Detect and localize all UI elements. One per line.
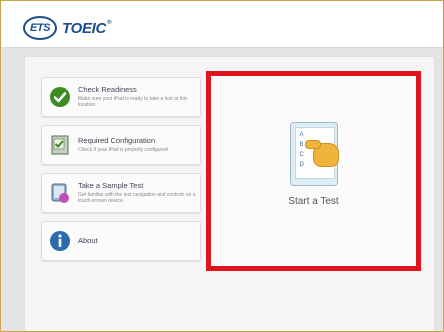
app-header: ETS TOEIC® xyxy=(1,1,443,48)
menu-item-title: Check Readiness xyxy=(78,85,137,95)
menu-item-title: Required Configuration xyxy=(78,136,156,146)
menu-item-title: Take a Sample Test xyxy=(78,181,144,191)
toeic-logo: ETS TOEIC® xyxy=(23,16,112,40)
start-test-label: Start a Test xyxy=(288,196,339,207)
tablet-hand-icon: A B C D xyxy=(289,122,339,186)
app-window: ETS TOEIC® Check Readiness Make sure you… xyxy=(0,0,444,332)
info-icon xyxy=(49,230,71,252)
sample-test-button[interactable]: Take a Sample Test Get familiar with the… xyxy=(41,173,201,213)
main-panel: Check Readiness Make sure your iPad is r… xyxy=(24,56,435,331)
brand-name: TOEIC® xyxy=(62,19,112,37)
required-configuration-button[interactable]: Required Configuration Check if your iPa… xyxy=(41,125,201,165)
ets-logo-mark: ETS xyxy=(23,16,57,40)
checkmark-icon xyxy=(49,86,71,108)
menu-item-desc: Get familiar with the test navigation an… xyxy=(78,191,196,204)
menu-item-desc: Make sure your iPad is ready to take a t… xyxy=(78,95,188,108)
about-button[interactable]: About xyxy=(41,221,201,261)
sample-test-icon xyxy=(49,182,71,204)
configuration-icon xyxy=(49,134,71,156)
menu-item-desc: Check if your iPad is properly configure… xyxy=(78,146,170,153)
start-test-button[interactable]: A B C D Start a Test xyxy=(206,71,421,271)
check-readiness-button[interactable]: Check Readiness Make sure your iPad is r… xyxy=(41,77,201,117)
menu-item-title: About xyxy=(78,236,98,246)
